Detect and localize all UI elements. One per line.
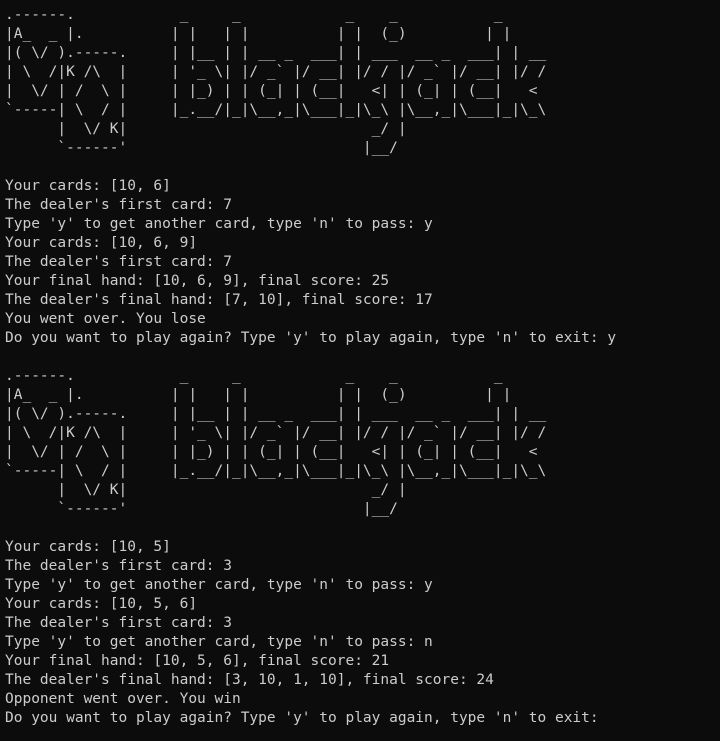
result-line: You went over. You lose — [5, 311, 206, 327]
ascii-logo-line: | \/ | / \ | | |_) | | (_| | (__| <| | (… — [5, 83, 538, 99]
prompt-line: Type 'y' to get another card, type 'n' t… — [5, 216, 433, 232]
output-line: Your cards: [10, 5] — [5, 539, 171, 555]
output-line: The dealer's final hand: [3, 10, 1, 10],… — [5, 672, 494, 688]
result-line: Opponent went over. You win — [5, 691, 241, 707]
ascii-logo-line: |( \/ ).-----. | |__ | | __ _ ___| | ___… — [5, 406, 547, 422]
blank-line — [5, 519, 720, 538]
prompt-line: Type 'y' to get another card, type 'n' t… — [5, 577, 433, 593]
ascii-logo-line: |( \/ ).-----. | |__ | | __ _ ___| | ___… — [5, 45, 547, 61]
active-prompt-line[interactable]: Do you want to play again? Type 'y' to p… — [5, 709, 720, 728]
ascii-logo-line: | \/ K| _/ | — [5, 121, 407, 137]
ascii-logo-line: | \/ K| _/ | — [5, 482, 407, 498]
ascii-logo-line: `------' |__/ — [5, 501, 398, 517]
ascii-logo-line: |A_ _ |. | | | | | | (_) | | — [5, 387, 512, 403]
output-line: The dealer's final hand: [7, 10], final … — [5, 292, 433, 308]
output-line: The dealer's first card: 7 — [5, 197, 232, 213]
output-line: Your cards: [10, 6, 9] — [5, 235, 198, 251]
prompt-line: Do you want to play again? Type 'y' to p… — [5, 330, 617, 346]
output-line: The dealer's first card: 3 — [5, 558, 232, 574]
output-line: Your final hand: [10, 6, 9], final score… — [5, 273, 390, 289]
ascii-logo-line: `------' |__/ — [5, 140, 398, 156]
ascii-logo-line: |A_ _ |. | | | | | | (_) | | — [5, 26, 512, 42]
output-line: Your cards: [10, 5, 6] — [5, 596, 198, 612]
blank-line — [5, 348, 720, 367]
ascii-logo-line: .------. _ _ _ _ _ — [5, 368, 503, 384]
ascii-logo-line: | \ /|K /\ | | '_ \| |/ _` |/ __| |/ / |… — [5, 425, 547, 441]
output-line: The dealer's first card: 3 — [5, 615, 232, 631]
terminal-output[interactable]: .------. _ _ _ _ _ |A_ _ |. | | | | | | … — [0, 0, 720, 741]
output-line: Your final hand: [10, 5, 6], final score… — [5, 653, 390, 669]
prompt-line: Type 'y' to get another card, type 'n' t… — [5, 634, 433, 650]
ascii-logo-line: `-----| \ / | |_.__/|_|\__,_|\___|_|\_\ … — [5, 463, 547, 479]
output-line: Your cards: [10, 6] — [5, 178, 171, 194]
ascii-logo-line: | \ /|K /\ | | '_ \| |/ _` |/ __| |/ / |… — [5, 64, 547, 80]
ascii-logo-line: `-----| \ / | |_.__/|_|\__,_|\___|_|\_\ … — [5, 102, 547, 118]
output-line: The dealer's first card: 7 — [5, 254, 232, 270]
ascii-logo-line: | \/ | / \ | | |_) | | (_| | (__| <| | (… — [5, 444, 538, 460]
blank-line — [5, 158, 720, 177]
ascii-logo-line: .------. _ _ _ _ _ — [5, 7, 503, 23]
